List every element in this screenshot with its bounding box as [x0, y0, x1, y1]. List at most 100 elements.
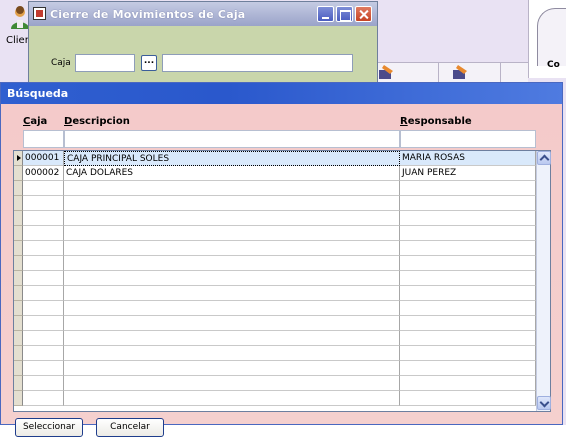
row-indicator[interactable]: [14, 256, 23, 271]
toolbar-tool-icon[interactable]: [378, 64, 396, 80]
table-row[interactable]: 000002 CAJA DOLARES JUAN PEREZ: [14, 166, 537, 181]
table-row[interactable]: 000001 CAJA PRINCIPAL SOLES MARIA ROSAS: [14, 151, 537, 166]
cell-descripcion[interactable]: [64, 226, 400, 241]
row-indicator[interactable]: [14, 211, 23, 226]
table-row[interactable]: [14, 316, 537, 331]
cell-caja[interactable]: [23, 331, 64, 346]
cell-caja[interactable]: [23, 226, 64, 241]
cell-caja[interactable]: [23, 361, 64, 376]
cell-descripcion[interactable]: CAJA PRINCIPAL SOLES: [64, 151, 400, 166]
table-row[interactable]: [14, 301, 537, 316]
filter-responsable-input[interactable]: [400, 130, 536, 148]
table-row[interactable]: [14, 256, 537, 271]
table-row[interactable]: [14, 391, 537, 406]
cell-responsable[interactable]: [400, 376, 536, 391]
table-row[interactable]: [14, 241, 537, 256]
row-indicator[interactable]: [14, 286, 23, 301]
cell-descripcion[interactable]: [64, 301, 400, 316]
cell-descripcion[interactable]: [64, 331, 400, 346]
column-header-caja[interactable]: Caja: [23, 116, 47, 127]
row-indicator[interactable]: [14, 391, 23, 406]
table-row[interactable]: [14, 196, 537, 211]
row-indicator[interactable]: [14, 196, 23, 211]
grid-vertical-scrollbar[interactable]: [536, 151, 551, 411]
cell-descripcion[interactable]: [64, 286, 400, 301]
cell-caja[interactable]: [23, 196, 64, 211]
cell-descripcion[interactable]: [64, 391, 400, 406]
cell-descripcion[interactable]: [64, 316, 400, 331]
close-icon[interactable]: [355, 6, 372, 22]
cell-descripcion[interactable]: [64, 256, 400, 271]
cell-caja[interactable]: 000002: [23, 166, 64, 181]
cell-responsable[interactable]: [400, 226, 536, 241]
cell-caja[interactable]: 000001: [23, 151, 64, 166]
cell-descripcion[interactable]: [64, 376, 400, 391]
cell-responsable[interactable]: JUAN PEREZ: [400, 166, 536, 181]
cell-caja[interactable]: [23, 316, 64, 331]
maximize-icon[interactable]: [336, 6, 353, 22]
row-indicator[interactable]: [14, 346, 23, 361]
caja-description-input[interactable]: [162, 54, 353, 72]
cell-caja[interactable]: [23, 271, 64, 286]
row-indicator[interactable]: [14, 241, 23, 256]
cell-responsable[interactable]: [400, 301, 536, 316]
row-indicator[interactable]: [14, 166, 23, 181]
table-row[interactable]: [14, 346, 537, 361]
cell-responsable[interactable]: [400, 256, 536, 271]
cell-responsable[interactable]: [400, 391, 536, 406]
cell-responsable[interactable]: [400, 346, 536, 361]
minimize-icon[interactable]: [317, 6, 334, 22]
cell-responsable[interactable]: [400, 241, 536, 256]
cell-caja[interactable]: [23, 376, 64, 391]
filter-descripcion-input[interactable]: [64, 130, 400, 148]
cell-caja[interactable]: [23, 256, 64, 271]
cell-caja[interactable]: [23, 301, 64, 316]
cell-descripcion[interactable]: [64, 241, 400, 256]
table-row[interactable]: [14, 331, 537, 346]
row-indicator[interactable]: [14, 331, 23, 346]
cell-descripcion[interactable]: CAJA DOLARES: [64, 166, 400, 181]
cell-caja[interactable]: [23, 241, 64, 256]
table-row[interactable]: [14, 181, 537, 196]
cancelar-button[interactable]: Cancelar: [96, 418, 164, 437]
cell-responsable[interactable]: [400, 316, 536, 331]
cierre-titlebar[interactable]: Cierre de Movimientos de Caja: [29, 2, 377, 26]
cell-responsable[interactable]: [400, 331, 536, 346]
cell-responsable[interactable]: [400, 211, 536, 226]
row-indicator[interactable]: [14, 376, 23, 391]
seleccionar-button[interactable]: Seleccionar: [15, 418, 83, 437]
cell-responsable[interactable]: MARIA ROSAS: [400, 151, 536, 166]
caja-code-input[interactable]: [75, 54, 135, 72]
row-indicator[interactable]: [14, 301, 23, 316]
table-row[interactable]: [14, 286, 537, 301]
column-header-responsable[interactable]: Responsable: [400, 116, 472, 127]
table-row[interactable]: [14, 271, 537, 286]
cell-descripcion[interactable]: [64, 211, 400, 226]
column-header-descripcion[interactable]: Descripcion: [64, 116, 130, 127]
cell-descripcion[interactable]: [64, 361, 400, 376]
filter-caja-input[interactable]: [23, 130, 64, 148]
cell-responsable[interactable]: [400, 271, 536, 286]
scroll-up-icon[interactable]: [537, 151, 551, 165]
cell-caja[interactable]: [23, 286, 64, 301]
row-indicator[interactable]: [14, 226, 23, 241]
table-row[interactable]: [14, 361, 537, 376]
cell-responsable[interactable]: [400, 361, 536, 376]
table-row[interactable]: [14, 211, 537, 226]
cell-descripcion[interactable]: [64, 196, 400, 211]
cell-responsable[interactable]: [400, 286, 536, 301]
table-row[interactable]: [14, 376, 537, 391]
row-indicator[interactable]: [14, 271, 23, 286]
caja-lookup-button[interactable]: ...: [141, 55, 157, 71]
cell-responsable[interactable]: [400, 181, 536, 196]
toolbar-tool-icon[interactable]: [452, 64, 470, 80]
cell-caja[interactable]: [23, 181, 64, 196]
scroll-down-icon[interactable]: [537, 396, 551, 410]
table-row[interactable]: [14, 226, 537, 241]
cell-responsable[interactable]: [400, 196, 536, 211]
row-indicator-arrow-icon[interactable]: [14, 151, 23, 166]
row-indicator[interactable]: [14, 181, 23, 196]
row-indicator[interactable]: [14, 316, 23, 331]
row-indicator[interactable]: [14, 361, 23, 376]
cell-caja[interactable]: [23, 211, 64, 226]
